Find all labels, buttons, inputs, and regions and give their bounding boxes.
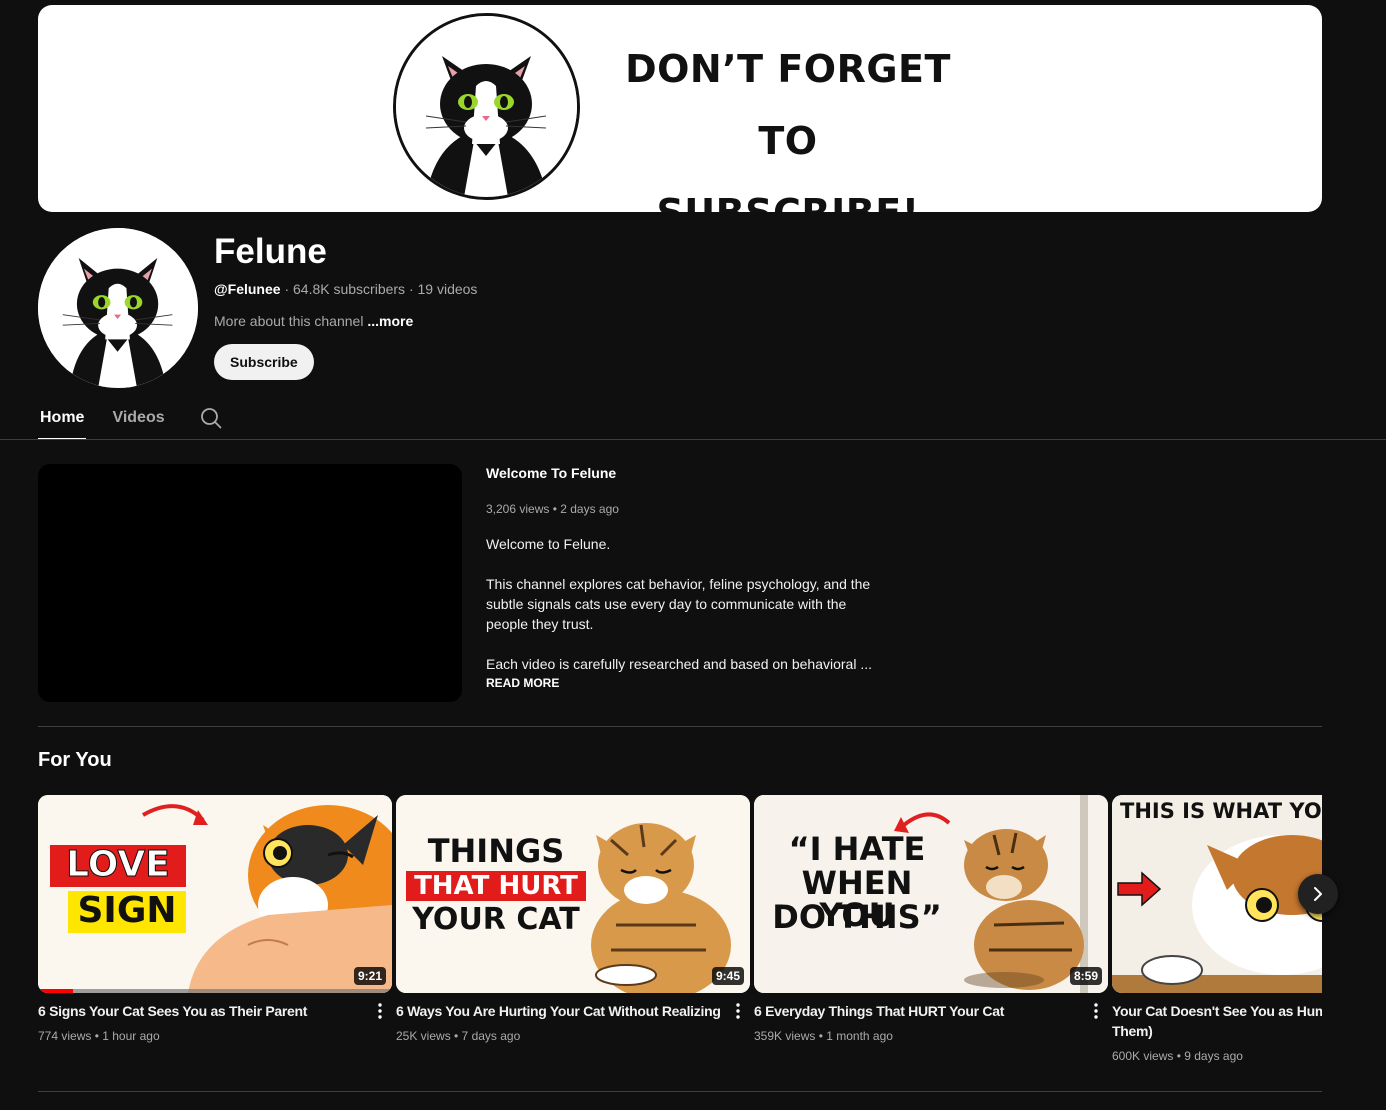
more-vert-icon	[378, 1003, 382, 1019]
cat-illustration	[38, 228, 198, 388]
video-thumbnail[interactable]: “I HATE WHEN YOU DO THIS” 8:59	[754, 795, 1108, 993]
channel-stats: · 64.8K subscribers · 19 videos	[280, 281, 478, 297]
featured-video-player[interactable]	[38, 464, 462, 702]
banner-cat-logo	[393, 13, 580, 200]
featured-video-meta: 3,206 views • 2 days ago	[486, 502, 619, 516]
video-menu-button[interactable]	[372, 999, 388, 1023]
cat-illustration	[396, 16, 577, 197]
video-duration: 8:59	[1069, 967, 1102, 985]
thumbnail-text: DO THIS”	[772, 898, 942, 936]
channel-about-text: More about this channel	[214, 313, 368, 329]
video-title[interactable]: 6 Everyday Things That HURT Your Cat	[754, 1001, 1084, 1021]
banner-line-2: SUBSCRIBE!	[598, 177, 978, 212]
channel-handle: @Felunee	[214, 281, 281, 297]
video-thumbnail[interactable]: LOVE SIGN 9:21	[38, 795, 392, 993]
channel-meta: @Felunee · 64.8K subscribers · 19 videos	[214, 281, 477, 297]
chevron-right-icon	[1314, 887, 1322, 901]
banner-message: DON’T FORGET TO SUBSCRIBE!	[598, 33, 978, 212]
video-card[interactable]: THIS IS WHAT YOU Your Cat Doesn't See Yo…	[1112, 795, 1322, 1063]
more-vert-icon	[736, 1003, 740, 1019]
description-paragraph: Each video is carefully researched and b…	[486, 656, 873, 672]
channel-about-more-link[interactable]: ...more	[367, 313, 413, 329]
thumbnail-text: YOUR CAT	[412, 902, 580, 937]
video-menu-button[interactable]	[730, 999, 746, 1023]
channel-banner: DON’T FORGET TO SUBSCRIBE!	[38, 5, 1322, 212]
video-card[interactable]: “I HATE WHEN YOU DO THIS” 8:59 6 Everyda…	[754, 795, 1108, 1043]
video-meta: 774 views • 1 hour ago	[38, 1029, 160, 1043]
description-paragraph: Welcome to Felune.	[486, 536, 611, 552]
video-meta: 359K views • 1 month ago	[754, 1029, 893, 1043]
thumbnail-text: “I HATE	[788, 830, 926, 868]
watch-progress-fill	[38, 989, 74, 993]
video-title[interactable]: 6 Signs Your Cat Sees You as Their Paren…	[38, 1001, 368, 1021]
more-vert-icon	[1094, 1003, 1098, 1019]
video-menu-button[interactable]	[1088, 999, 1104, 1023]
shelf-title: For You	[38, 749, 112, 771]
thumbnail-text: THINGS	[427, 832, 565, 870]
video-duration: 9:21	[353, 967, 386, 985]
video-shelf: LOVE SIGN 9:21 6 Signs Your Cat Sees You…	[38, 795, 1322, 1085]
channel-avatar[interactable]	[38, 228, 198, 388]
featured-video-description: Welcome to Felune. This channel explores…	[486, 534, 876, 694]
thumbnail-text: SIGN	[77, 890, 177, 931]
thumbnail-text: THIS IS WHAT YOU	[1120, 799, 1322, 823]
video-meta: 600K views • 9 days ago	[1112, 1049, 1243, 1063]
subscribe-button[interactable]: Subscribe	[214, 344, 314, 380]
channel-tabs: Home Videos	[38, 396, 223, 440]
featured-video-title[interactable]: Welcome To Felune	[486, 465, 616, 481]
video-meta: 25K views • 7 days ago	[396, 1029, 521, 1043]
video-card[interactable]: LOVE SIGN 9:21 6 Signs Your Cat Sees You…	[38, 795, 392, 1043]
watch-progress-bar	[38, 989, 392, 993]
video-title[interactable]: Your Cat Doesn't See You as Hum You Real…	[1112, 1001, 1322, 1041]
tab-search-button[interactable]	[199, 396, 223, 440]
tab-home[interactable]: Home	[38, 396, 87, 440]
shelf-next-button[interactable]	[1298, 874, 1338, 914]
channel-about[interactable]: More about this channel ...more	[214, 313, 413, 329]
search-icon	[200, 408, 222, 429]
thumbnail-text: LOVE	[66, 844, 171, 885]
read-more-link[interactable]: READ MORE	[486, 676, 559, 690]
channel-name: Felune	[214, 232, 327, 271]
video-thumbnail[interactable]: THIS IS WHAT YOU	[1112, 795, 1322, 993]
video-card[interactable]: THINGS THAT HURT YOUR CAT 9:45 6 Ways Yo…	[396, 795, 750, 1043]
thumbnail-illustration	[1112, 795, 1322, 993]
thumbnail-text: THAT HURT	[414, 871, 578, 901]
tabs-divider	[0, 439, 1386, 440]
video-duration: 9:45	[711, 967, 744, 985]
section-divider	[38, 726, 1322, 727]
section-divider	[38, 1091, 1322, 1092]
video-title[interactable]: 6 Ways You Are Hurting Your Cat Without …	[396, 1001, 726, 1021]
video-thumbnail[interactable]: THINGS THAT HURT YOUR CAT 9:45	[396, 795, 750, 993]
description-paragraph: This channel explores cat behavior, feli…	[486, 576, 871, 632]
banner-line-1: DON’T FORGET TO	[625, 47, 951, 163]
tab-videos[interactable]: Videos	[110, 396, 166, 440]
